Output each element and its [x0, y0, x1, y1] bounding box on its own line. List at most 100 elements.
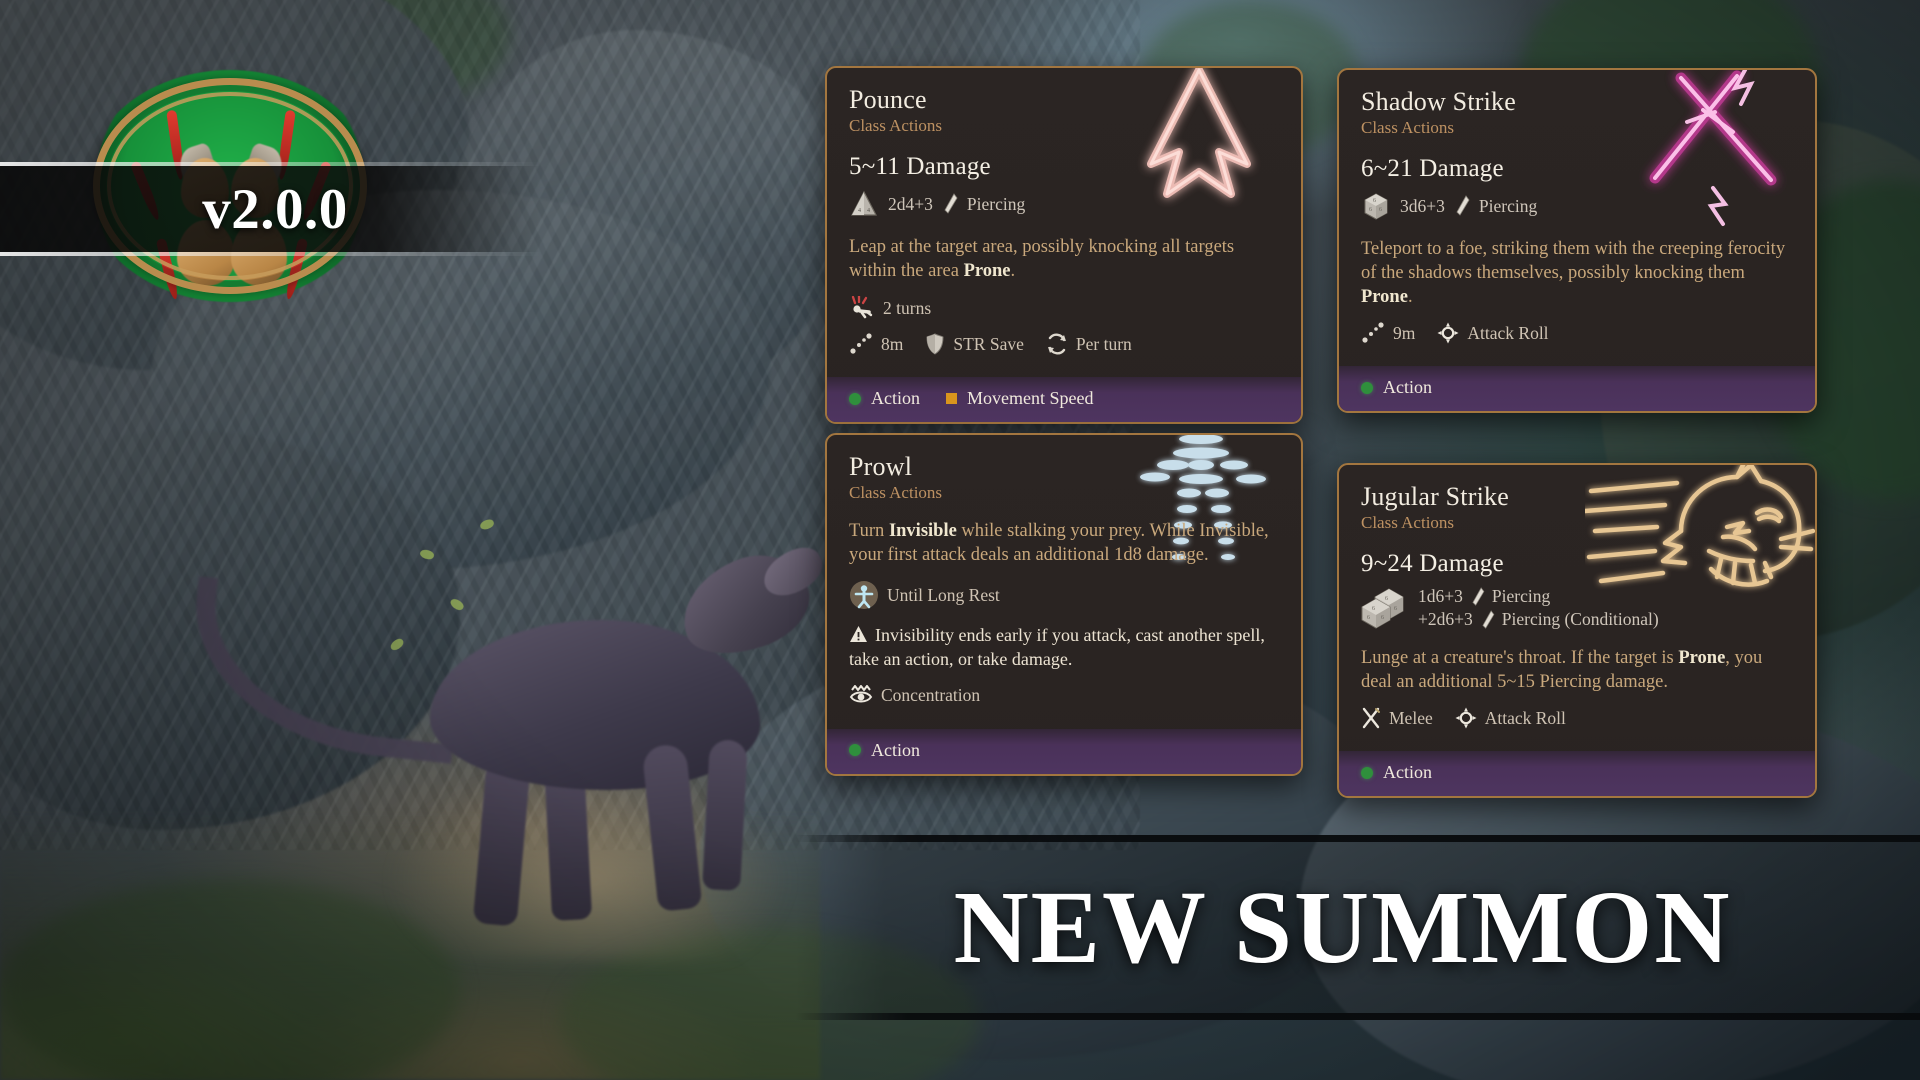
meta-item-concentration: Concentration: [849, 684, 981, 707]
warning-icon: [849, 625, 868, 643]
card-description: Lunge at a creature's throat. If the tar…: [1361, 646, 1793, 694]
card-title: Jugular Strike: [1361, 482, 1509, 511]
meta-row-secondary: Concentration: [849, 684, 1279, 707]
recharge-icon: [1046, 333, 1068, 355]
meta-item-save: STR Save: [925, 333, 1024, 355]
card-title: Shadow Strike: [1361, 87, 1516, 116]
meta-label: Concentration: [881, 685, 981, 706]
meta-item-range: 8m: [849, 333, 903, 355]
long-rest-icon: [849, 580, 879, 610]
card-footer: Action: [1339, 366, 1815, 412]
damage-formula: 2d4+3: [888, 193, 933, 214]
piercing-icon: [1480, 609, 1495, 630]
desc-keyword: Prone: [963, 261, 1011, 282]
piercing-icon: [1470, 586, 1485, 607]
card-body: Jugular Strike Class Actions 9~24 Damage…: [1339, 465, 1815, 739]
meta-label: Per turn: [1075, 333, 1132, 354]
movement-square-icon: [946, 393, 957, 405]
desc-keyword: Prone: [1361, 287, 1408, 308]
tooltip-card-prowl[interactable]: Prowl Class Actions Turn Invisible while…: [825, 433, 1303, 776]
footer-cost-movement: Movement Speed: [946, 388, 1093, 409]
card-subtitle: Class Actions: [849, 116, 943, 136]
desc-post: .: [1407, 287, 1413, 308]
piercing-icon: [942, 193, 958, 215]
action-dot-icon: [1361, 381, 1373, 394]
desc-pre: Teleport to a foe, striking them with th…: [1361, 239, 1786, 284]
tooltip-card-pounce[interactable]: Pounce Class Actions 5~11 Damage 4 4 2d4…: [825, 66, 1303, 425]
new-summon-banner: NEW SUMMON: [795, 835, 1920, 1020]
version-label: v2.0.0: [202, 177, 348, 241]
version-band-bottom-rule: [0, 252, 541, 256]
card-footer: Action: [827, 728, 1301, 774]
footer-cost-action: Action: [1361, 377, 1432, 398]
panther-leg: [702, 739, 748, 891]
screenshot-stage: v2.0.0 Pounce Class Actions 5~11 Damage …: [0, 0, 1920, 1080]
meta-item-recharge: Per turn: [1046, 333, 1132, 355]
card-subtitle: Class Actions: [849, 483, 943, 503]
svg-text:6: 6: [1373, 198, 1376, 204]
damage-dice-row: 4 4 2d4+3 Piercing: [849, 189, 1279, 219]
card-footer: Action: [1339, 751, 1815, 797]
desc-pre: Lunge at a creature's throat. If the tar…: [1361, 648, 1679, 669]
damage-formula: 1d6+3: [1418, 586, 1463, 607]
card-description: Teleport to a foe, striking them with th…: [1361, 237, 1793, 309]
attack-roll-icon: [1455, 707, 1477, 729]
banner-title: NEW SUMMON: [953, 870, 1732, 985]
card-description: Leap at the target area, possibly knocki…: [849, 235, 1279, 283]
tooltip-card-jugular-strike[interactable]: Jugular Strike Class Actions 9~24 Damage…: [1337, 463, 1817, 799]
d4-die-icon: 4 4: [849, 189, 879, 219]
damage-dice-row: 6 6 6 6 6 1d6+3 Piercing +2d6+3 Piercing…: [1361, 586, 1793, 630]
damage-line-primary: 1d6+3 Piercing: [1418, 586, 1659, 607]
meta-label: 9m: [1393, 322, 1416, 343]
damage-dice-row: 6 6 6 3d6+3 Piercing: [1361, 191, 1793, 221]
card-damage: 5~11 Damage: [849, 153, 991, 181]
desc-post: .: [1010, 261, 1016, 282]
card-footer: Action Movement Speed: [827, 377, 1301, 423]
footer-label: Action: [871, 739, 920, 760]
damage-type: Piercing (Conditional): [1501, 609, 1659, 630]
damage-formula-lines: 1d6+3 Piercing +2d6+3 Piercing (Conditio…: [1418, 586, 1659, 630]
action-dot-icon: [849, 392, 861, 405]
warning-text: Invisibility ends early if you attack, c…: [849, 625, 1265, 669]
panther-creature: [150, 518, 870, 960]
card-subtitle: Class Actions: [1361, 513, 1455, 533]
action-dot-icon: [1361, 766, 1373, 779]
melee-icon: [1361, 707, 1381, 729]
tooltip-card-shadow-strike[interactable]: Shadow Strike Class Actions 6~21 Damage …: [1337, 68, 1817, 414]
version-band-top-rule: [0, 162, 541, 166]
meta-row-secondary: 9m Attack Roll: [1361, 322, 1793, 344]
svg-text:6: 6: [1372, 606, 1375, 612]
desc-keyword: Invisible: [888, 521, 957, 542]
footer-cost-action: Action: [849, 740, 920, 761]
meta-label: 2 turns: [883, 297, 932, 318]
range-icon: [1361, 322, 1385, 344]
meta-label: STR Save: [953, 333, 1024, 354]
damage-type: Piercing: [1491, 586, 1551, 607]
meta-item-duration: 2 turns: [849, 296, 931, 320]
damage-type: Piercing: [966, 193, 1026, 214]
concentration-icon: [849, 684, 873, 707]
desc-keyword: Prone: [1678, 648, 1726, 669]
meta-label: Until Long Rest: [887, 584, 1000, 605]
meta-item-attack-roll: Attack Roll: [1437, 322, 1549, 344]
meta-label: 8m: [881, 333, 904, 354]
prone-figure-icon: [849, 296, 875, 320]
card-subtitle: Class Actions: [1361, 118, 1455, 138]
footer-label: Action: [1383, 377, 1432, 398]
meta-row-primary: Until Long Rest: [849, 580, 1279, 610]
card-body: Prowl Class Actions Turn Invisible while…: [827, 435, 1301, 717]
meta-item-attack-roll: Attack Roll: [1455, 707, 1566, 729]
meta-item-melee: Melee: [1361, 707, 1433, 729]
meta-item-duration: Until Long Rest: [849, 580, 1000, 610]
piercing-icon: [1454, 195, 1470, 217]
card-body: Shadow Strike Class Actions 6~21 Damage …: [1339, 70, 1815, 354]
svg-text:6: 6: [1385, 596, 1388, 602]
damage-formula: 3d6+3: [1400, 195, 1445, 216]
card-title: Pounce: [849, 85, 927, 114]
footer-label: Action: [1383, 762, 1432, 783]
meta-label: Melee: [1389, 707, 1433, 728]
footer-cost-action: Action: [849, 388, 920, 409]
meta-row-primary: 2 turns: [849, 296, 1279, 320]
shield-save-icon: [925, 333, 945, 355]
d6-die-icon: 6 6 6: [1361, 191, 1391, 221]
